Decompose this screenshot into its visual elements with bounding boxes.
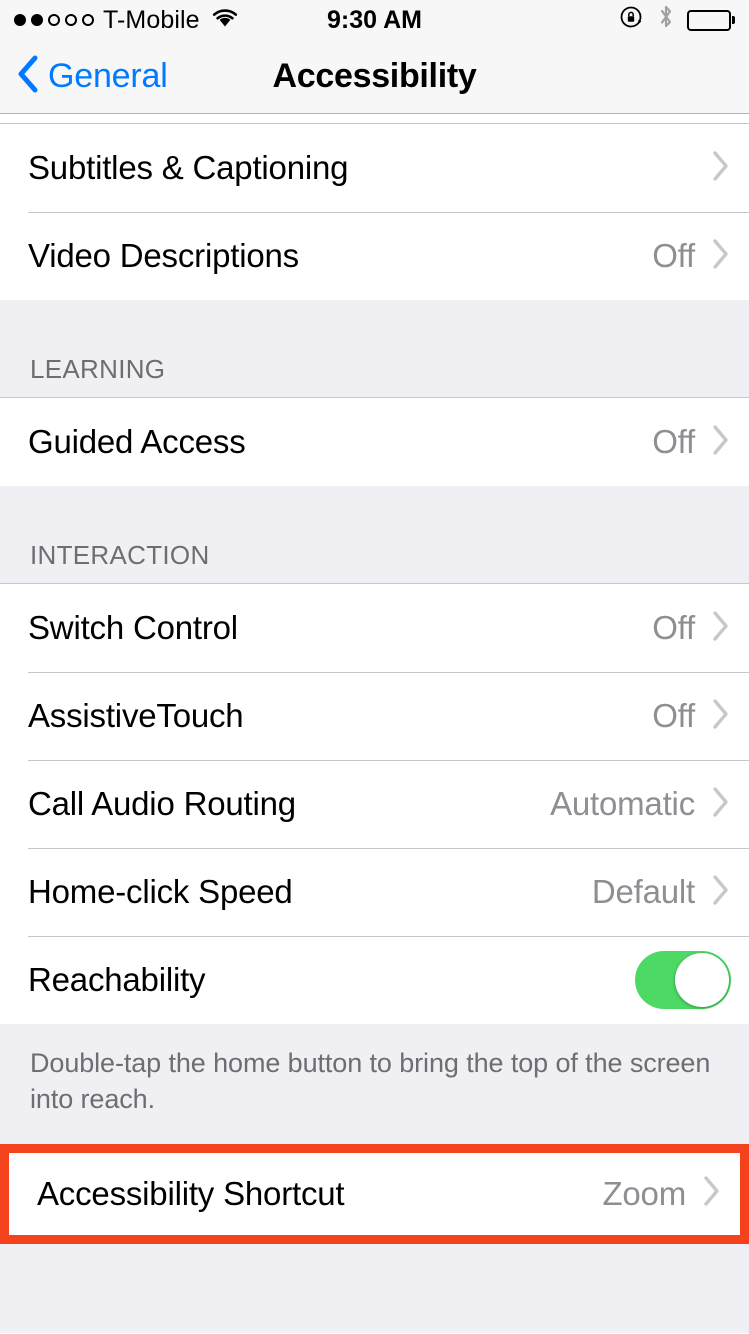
toggle-knob bbox=[675, 953, 729, 1007]
settings-list[interactable]: Subtitles & Captioning Video Description… bbox=[0, 114, 749, 1333]
signal-dot-4 bbox=[65, 14, 77, 26]
bluetooth-icon bbox=[657, 4, 675, 37]
row-label: Switch Control bbox=[28, 609, 238, 646]
chevron-right-icon bbox=[711, 237, 731, 276]
row-reachability[interactable]: Reachability bbox=[0, 936, 749, 1024]
row-value: Off bbox=[652, 237, 695, 274]
row-label: Video Descriptions bbox=[28, 237, 299, 274]
row-label: Reachability bbox=[28, 961, 206, 998]
section-header-learning: LEARNING bbox=[0, 300, 749, 398]
row-value: Default bbox=[591, 873, 695, 910]
status-bar: T-Mobile 9:30 AM bbox=[0, 0, 749, 40]
chevron-right-icon bbox=[711, 423, 731, 462]
wifi-icon bbox=[211, 6, 239, 35]
chevron-right-icon bbox=[711, 785, 731, 824]
signal-strength-dots bbox=[14, 14, 94, 26]
chevron-left-icon bbox=[16, 54, 40, 99]
chevron-right-icon bbox=[702, 1174, 722, 1213]
row-subtitles-captioning[interactable]: Subtitles & Captioning bbox=[0, 124, 749, 212]
status-bar-right bbox=[619, 4, 735, 37]
row-value: Automatic bbox=[550, 785, 695, 822]
row-value: Off bbox=[652, 423, 695, 460]
list-bottom-spacer bbox=[0, 1243, 749, 1333]
row-label: Guided Access bbox=[28, 423, 246, 460]
section-learning: Guided Access Off bbox=[0, 398, 749, 486]
highlight-annotation-box: Accessibility Shortcut Zoom bbox=[0, 1143, 749, 1244]
rotation-lock-icon bbox=[619, 4, 645, 37]
status-bar-left: T-Mobile bbox=[14, 6, 239, 35]
row-label: Accessibility Shortcut bbox=[37, 1174, 345, 1212]
chevron-right-icon bbox=[711, 149, 731, 188]
battery-icon bbox=[687, 9, 735, 31]
chevron-right-icon bbox=[711, 873, 731, 912]
row-guided-access[interactable]: Guided Access Off bbox=[0, 398, 749, 486]
row-video-descriptions[interactable]: Video Descriptions Off bbox=[0, 212, 749, 300]
row-switch-control[interactable]: Switch Control Off bbox=[0, 584, 749, 672]
row-label: Call Audio Routing bbox=[28, 785, 296, 822]
row-accessibility-shortcut[interactable]: Accessibility Shortcut Zoom bbox=[9, 1152, 740, 1235]
row-label: Subtitles & Captioning bbox=[28, 149, 349, 186]
section-header-interaction: INTERACTION bbox=[0, 486, 749, 584]
section-media: Subtitles & Captioning Video Description… bbox=[0, 124, 749, 300]
row-label: Home-click Speed bbox=[28, 873, 293, 910]
chevron-right-icon bbox=[711, 609, 731, 648]
row-assistivetouch[interactable]: AssistiveTouch Off bbox=[0, 672, 749, 760]
back-button[interactable]: General bbox=[0, 54, 168, 99]
signal-dot-5 bbox=[82, 14, 94, 26]
row-label: AssistiveTouch bbox=[28, 697, 244, 734]
carrier-label: T-Mobile bbox=[103, 5, 200, 34]
chevron-right-icon bbox=[711, 697, 731, 736]
partially-scrolled-row bbox=[0, 114, 749, 124]
reachability-footer-note: Double-tap the home button to bring the … bbox=[0, 1024, 749, 1144]
row-call-audio-routing[interactable]: Call Audio Routing Automatic bbox=[0, 760, 749, 848]
row-value: Off bbox=[652, 609, 695, 646]
signal-dot-3 bbox=[48, 14, 60, 26]
navigation-bar: General Accessibility bbox=[0, 40, 749, 114]
signal-dot-1 bbox=[14, 14, 26, 26]
row-value: Zoom bbox=[602, 1174, 686, 1212]
section-interaction: Switch Control Off AssistiveTouch Off Ca… bbox=[0, 584, 749, 1024]
row-value: Off bbox=[652, 697, 695, 734]
signal-dot-2 bbox=[31, 14, 43, 26]
back-button-label: General bbox=[48, 57, 168, 95]
reachability-toggle[interactable] bbox=[635, 951, 731, 1009]
row-home-click-speed[interactable]: Home-click Speed Default bbox=[0, 848, 749, 936]
